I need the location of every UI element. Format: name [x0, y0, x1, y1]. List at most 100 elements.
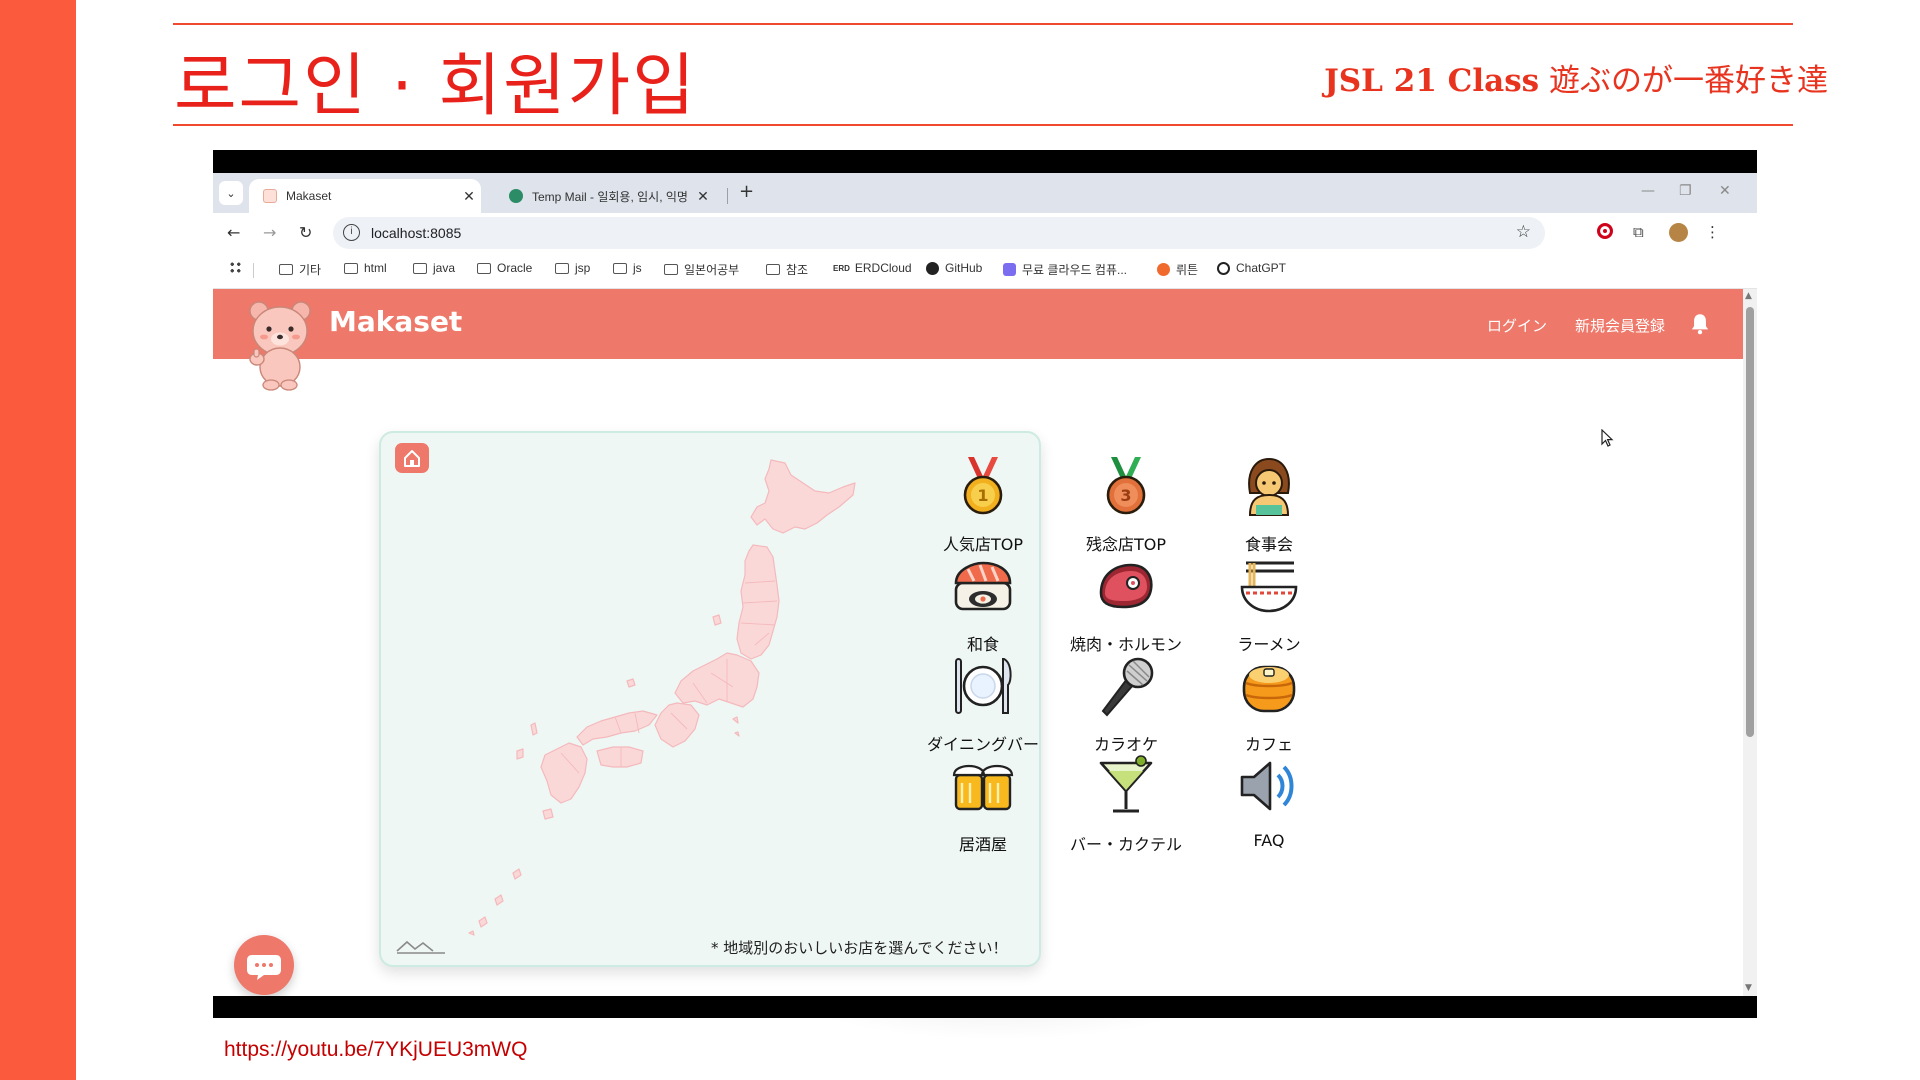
tab-bar: ⌄ Makaset ✕ Temp Mail - 일회용, 임시, 익명 ✕ + …	[213, 173, 1757, 213]
video-link[interactable]: https://youtu.be/7YKjUEU3mWQ	[224, 1038, 527, 1062]
close-icon[interactable]: ✕	[691, 188, 715, 205]
tab-label: Temp Mail - 일회용, 임시, 익명	[532, 189, 688, 204]
category-cafe[interactable]: カフェ	[1189, 653, 1349, 755]
slide-accent-bar	[0, 0, 76, 1080]
close-icon[interactable]: ✕	[457, 188, 481, 205]
video-frame: ⌄ Makaset ✕ Temp Mail - 일회용, 임시, 익명 ✕ + …	[213, 150, 1757, 1018]
bear-mascot-icon	[249, 301, 311, 391]
bookmark-folder-java[interactable]: java	[413, 261, 455, 275]
cocktail-icon	[1099, 755, 1153, 813]
restore-icon[interactable]: ❐	[1679, 183, 1692, 199]
folder-icon	[279, 264, 293, 275]
reload-icon[interactable]: ↻	[299, 223, 312, 242]
tab-label: Makaset	[286, 189, 332, 203]
category-karaoke[interactable]: カラオケ	[1046, 653, 1206, 755]
folder-icon	[413, 262, 427, 274]
bookmark-chatgpt[interactable]: ChatGPT	[1217, 261, 1286, 275]
bookmark-label: 뤼튼	[1176, 263, 1199, 277]
menu-kebab-icon[interactable]: ⋮	[1705, 223, 1720, 241]
minimize-icon[interactable]: —	[1641, 183, 1655, 199]
bookmark-erdcloud[interactable]: ERD ERDCloud	[833, 261, 912, 275]
class-motto: 遊ぶのが一番好き達	[1549, 63, 1828, 99]
bookmark-wrtn[interactable]: 뤼튼	[1157, 261, 1198, 278]
opera-extension-icon[interactable]	[1597, 223, 1613, 243]
bookmark-label: 일본어공부	[684, 263, 740, 277]
category-dinner-party[interactable]: 食事会	[1189, 453, 1349, 555]
bookmark-star-icon[interactable]: ☆	[1516, 222, 1531, 242]
bookmark-label: 참조	[786, 263, 809, 277]
forward-icon[interactable]: →	[263, 223, 276, 242]
island-goto	[516, 748, 524, 760]
bookmark-folder-jsp[interactable]: jsp	[555, 261, 590, 275]
site-info-icon[interactable]: i	[343, 224, 360, 241]
pancake-icon	[1242, 665, 1296, 713]
cloud-cube-icon	[1003, 263, 1016, 276]
wrtn-icon	[1157, 263, 1170, 276]
category-faq[interactable]: FAQ	[1189, 753, 1349, 850]
folder-icon	[613, 262, 627, 274]
bookmark-folder-html[interactable]: html	[344, 261, 387, 275]
meat-icon	[1099, 563, 1153, 609]
address-bar[interactable]: i localhost:8085 ☆	[333, 217, 1545, 249]
scroll-thumb[interactable]	[1746, 307, 1754, 737]
bell-icon[interactable]	[1687, 311, 1713, 337]
category-dining-bar[interactable]: ダイニングバー	[903, 653, 1063, 755]
new-tab-icon[interactable]: +	[739, 181, 754, 202]
bronze-medal-icon: 3	[1106, 457, 1146, 515]
category-popular-top[interactable]: 1 人気店TOP	[903, 453, 1063, 555]
region-chugoku	[576, 710, 658, 746]
category-izakaya[interactable]: 居酒屋	[903, 753, 1063, 855]
login-link[interactable]: ログイン	[1487, 315, 1547, 336]
scroll-up-icon[interactable]: ▲	[1745, 291, 1752, 301]
bookmark-folder-japanese[interactable]: 일본어공부	[664, 261, 739, 278]
folder-icon	[477, 262, 491, 274]
svg-text:1: 1	[977, 486, 988, 505]
scroll-down-icon[interactable]: ▼	[1745, 983, 1752, 993]
site-brand[interactable]: Makaset	[329, 305, 462, 338]
apps-grid-icon[interactable]	[229, 261, 242, 274]
island-tanegashima	[542, 808, 554, 820]
category-ramen[interactable]: ラーメン	[1189, 553, 1349, 655]
folder-icon	[555, 262, 569, 274]
category-yakiniku[interactable]: 焼肉・ホルモン	[1046, 553, 1206, 655]
bear-favicon-icon	[263, 189, 277, 203]
back-icon[interactable]: ←	[227, 223, 240, 242]
category-bar-cocktail[interactable]: バー・カクテル	[1046, 753, 1206, 855]
tab-temp-mail[interactable]: Temp Mail - 일회용, 임시, 익명 ✕	[495, 179, 715, 213]
island-sado	[712, 614, 722, 626]
url-text[interactable]: localhost:8085	[371, 225, 461, 241]
category-disappointing-top[interactable]: 3 残念店TOP	[1046, 453, 1206, 555]
bookmark-label: GitHub	[945, 261, 983, 275]
home-icon	[404, 450, 420, 467]
tab-makaset[interactable]: Makaset ✕	[249, 179, 481, 213]
chevron-down-icon: ⌄	[226, 186, 236, 200]
tab-separator	[727, 188, 728, 204]
address-row: ← → ↻ i localhost:8085 ☆ ⧉ ⋮	[213, 213, 1757, 253]
bookmark-folder-js[interactable]: js	[613, 261, 642, 275]
bookmark-folder-etc[interactable]: 기타	[279, 261, 321, 278]
category-japanese-food[interactable]: 和食	[903, 553, 1063, 655]
page-scrollbar[interactable]: ▲ ▼	[1743, 289, 1757, 996]
map-home-button[interactable]	[395, 443, 429, 473]
bookmark-label: jsp	[575, 261, 591, 275]
window-close-icon[interactable]: ✕	[1719, 183, 1731, 199]
folder-icon	[664, 264, 678, 275]
profile-avatar[interactable]	[1669, 223, 1688, 246]
bookmark-free-cloud[interactable]: 무료 클라우드 컴퓨...	[1003, 261, 1127, 278]
tab-search-dropdown[interactable]: ⌄	[219, 181, 243, 205]
island-oki	[626, 678, 636, 688]
bookmark-label: java	[433, 261, 456, 275]
bookmark-folder-reference[interactable]: 참조	[766, 261, 808, 278]
bookmark-folder-oracle[interactable]: Oracle	[477, 261, 532, 275]
register-link[interactable]: 新規会員登録	[1575, 315, 1665, 336]
title-rule-bottom	[173, 124, 1793, 126]
site-header: Makaset ログイン 新規会員登録	[213, 289, 1743, 359]
github-icon	[926, 261, 939, 275]
bookmarks-divider	[253, 263, 254, 278]
makaset-site: Makaset ログイン 新規会員登録 * 地域別のおいしいお店を選んでください…	[213, 289, 1757, 996]
extensions-icon[interactable]: ⧉	[1633, 223, 1644, 241]
chat-button[interactable]	[234, 935, 294, 995]
slide-subtitle: JSL 21 Class 遊ぶのが一番好き達	[1324, 55, 1828, 100]
bookmark-github[interactable]: GitHub	[926, 261, 982, 275]
microphone-icon	[1101, 657, 1154, 717]
